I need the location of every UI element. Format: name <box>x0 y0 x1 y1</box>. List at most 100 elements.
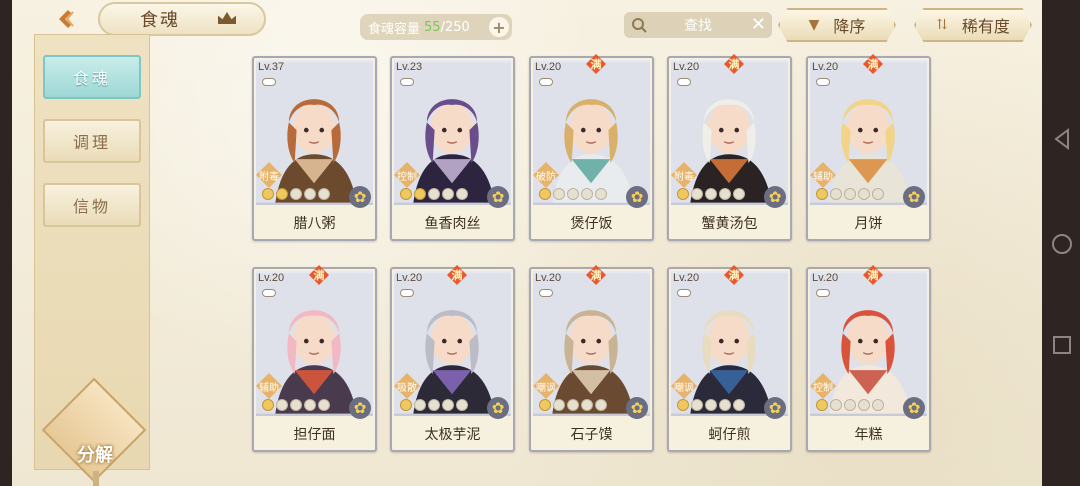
pill-icon <box>539 78 553 86</box>
sort-toggle-icon: ⇅ <box>936 17 948 33</box>
star-rating <box>400 399 468 413</box>
star-rating <box>677 188 745 202</box>
sidebar-item-conditioning[interactable]: 调理 <box>43 119 141 163</box>
expand-capacity-button[interactable]: + <box>489 17 509 37</box>
search-input[interactable]: 查找 ✕ <box>624 12 772 38</box>
star-rating <box>262 188 330 202</box>
sort-down-icon: ▼ <box>808 17 820 33</box>
capacity-indicator: 食魂容量 55 / 250 + <box>360 14 512 40</box>
flower-icon <box>903 186 925 208</box>
capacity-current: 55 <box>424 19 441 35</box>
star-icon <box>567 188 579 200</box>
food-soul-card[interactable]: Lv.20 满 嘲讽 蚵仔煎 <box>667 265 792 452</box>
star-icon <box>844 188 856 200</box>
level-label: Lv.37 <box>258 61 285 73</box>
star-icon <box>844 399 856 411</box>
back-button[interactable] <box>50 4 80 34</box>
star-icon <box>858 188 870 200</box>
flower-icon <box>764 397 786 419</box>
food-soul-card[interactable]: Lv.20 满 控制 年糕 <box>806 265 931 452</box>
flower-icon <box>626 186 648 208</box>
star-icon <box>262 399 274 411</box>
pill-icon <box>677 78 691 86</box>
star-icon <box>581 188 593 200</box>
pill-icon <box>262 289 276 297</box>
star-icon <box>830 399 842 411</box>
star-icon <box>428 399 440 411</box>
nav-back-icon[interactable] <box>1052 128 1072 150</box>
nav-recent-icon[interactable] <box>1053 336 1071 354</box>
star-icon <box>318 188 330 200</box>
flower-icon <box>487 186 509 208</box>
character-name: 煲仔饭 <box>570 216 613 232</box>
level-label: Lv.20 <box>673 61 700 73</box>
back-arrow-icon <box>59 10 74 28</box>
food-soul-card[interactable]: Lv.20 满 辅助 担仔面 <box>252 265 377 452</box>
food-soul-card[interactable]: Lv.23 控制 鱼香肉丝 <box>390 56 515 241</box>
sidebar: 食魂 调理 信物 分解 <box>34 34 150 486</box>
decompose-label[interactable]: 分解 <box>55 441 135 467</box>
sort-rarity-button[interactable]: ⇅ 稀有度 <box>914 8 1032 42</box>
star-icon <box>816 399 828 411</box>
star-icon <box>733 188 745 200</box>
character-name: 担仔面 <box>293 427 336 443</box>
star-icon <box>830 188 842 200</box>
sort-order-button[interactable]: ▼ 降序 <box>778 8 896 42</box>
star-icon <box>456 188 468 200</box>
star-icon <box>456 399 468 411</box>
star-icon <box>539 399 551 411</box>
level-label: Lv.20 <box>396 272 423 284</box>
star-rating <box>539 399 607 413</box>
food-soul-card[interactable]: Lv.20 满 破防 煲仔饭 <box>529 54 654 241</box>
star-icon <box>414 399 426 411</box>
character-name: 蟹黄汤包 <box>701 216 758 232</box>
level-label: Lv.23 <box>396 61 423 73</box>
star-icon <box>290 188 302 200</box>
star-icon <box>677 399 689 411</box>
sort-order-label: 降序 <box>833 17 866 36</box>
level-label: Lv.20 <box>673 272 700 284</box>
character-name: 蚵仔煎 <box>708 427 751 443</box>
sidebar-item-label: 信物 <box>72 197 111 216</box>
star-icon <box>581 399 593 411</box>
food-soul-card[interactable]: Lv.20 满 辅助 月饼 <box>806 54 931 241</box>
level-label: Lv.20 <box>812 61 839 73</box>
star-icon <box>872 399 884 411</box>
level-label: Lv.20 <box>812 272 839 284</box>
character-name: 月饼 <box>854 216 883 232</box>
food-soul-card[interactable]: Lv.20 满 附毒 蟹黄汤包 <box>667 54 792 241</box>
star-icon <box>733 399 745 411</box>
star-icon <box>262 188 274 200</box>
flower-icon <box>487 397 509 419</box>
sidebar-item-food-souls[interactable]: 食魂 <box>43 55 141 99</box>
pill-icon <box>539 289 553 297</box>
pill-icon <box>400 289 414 297</box>
sidebar-item-label: 食魂 <box>72 69 111 88</box>
star-icon <box>400 188 412 200</box>
food-soul-card[interactable]: Lv.20 满 嘲讽 石子馍 <box>529 265 654 452</box>
flower-icon <box>349 186 371 208</box>
character-name: 鱼香肉丝 <box>424 216 481 232</box>
pill-icon <box>816 78 830 86</box>
sidebar-item-tokens[interactable]: 信物 <box>43 183 141 227</box>
star-icon <box>872 188 884 200</box>
star-icon <box>276 188 288 200</box>
star-icon <box>816 188 828 200</box>
level-label: Lv.20 <box>535 272 562 284</box>
star-rating <box>677 399 745 413</box>
food-soul-card[interactable]: Lv.37 附毒 腊八粥 <box>252 56 377 241</box>
search-icon <box>632 18 647 33</box>
flower-icon <box>764 186 786 208</box>
star-icon <box>719 399 731 411</box>
star-rating <box>816 399 884 413</box>
tassel-decoration <box>93 471 99 486</box>
pill-icon <box>677 289 691 297</box>
food-soul-card[interactable]: Lv.20 满 吸散 太极芋泥 <box>390 265 515 452</box>
clear-icon[interactable]: ✕ <box>751 14 766 35</box>
top-bar: 食魂 食魂容量 55 / 250 + 查找 ✕ ▼ 降序 ⇅ 稀有度 <box>12 0 1042 44</box>
nav-home-icon[interactable] <box>1052 234 1072 254</box>
star-icon <box>595 399 607 411</box>
search-label: 查找 <box>684 18 712 34</box>
star-icon <box>705 399 717 411</box>
flower-icon <box>349 397 371 419</box>
